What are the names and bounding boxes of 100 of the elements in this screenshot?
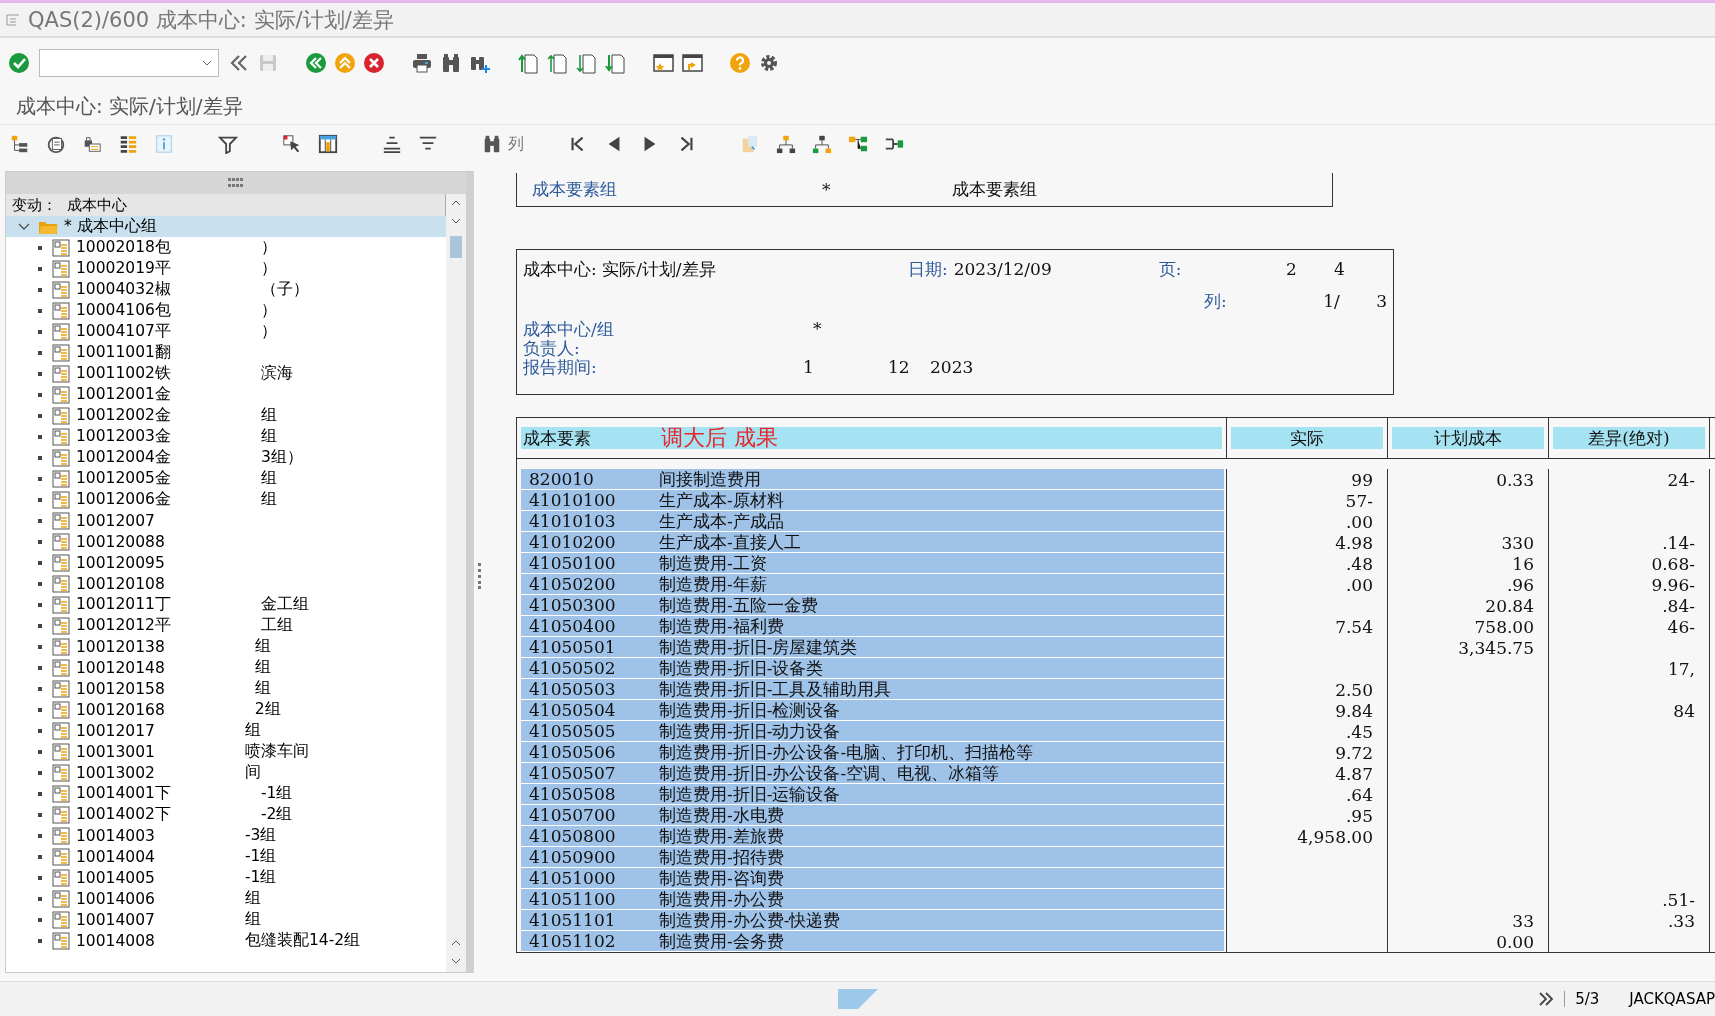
tree-node-label[interactable]: 10012006金 [76,489,171,510]
tree-node-label-end: 2组 [254,699,281,720]
tree-node-label[interactable]: 10002018包 [76,237,171,258]
hierarchy-icon[interactable] [10,134,30,154]
tree-node-label[interactable]: 10011002铁 [76,363,171,384]
tree-node-label[interactable]: 100120158 [76,679,165,698]
splitter-handle[interactable] [478,563,482,589]
tree-node-label[interactable]: 100120138 [76,637,165,656]
tree-node-label-end: 3组） [260,447,303,468]
table-cell-text: 41050100 [528,553,617,573]
tree-node-label[interactable]: 10014007 [76,910,155,929]
scroll-down-icon[interactable] [451,218,461,224]
tree-root-node[interactable]: * 成本中心组 [6,216,446,237]
print-icon[interactable] [411,52,433,74]
report-title: 成本中心: 实际/计划/差异 [523,259,717,279]
tree-node-label[interactable]: 10014005 [76,868,155,887]
hierarchy-up-icon[interactable] [776,134,796,154]
document-icon[interactable] [46,134,66,154]
table-cell-text: 41010100 [528,490,617,510]
cost-center-icon [52,364,70,383]
column-header: 计划成本 [1392,427,1544,449]
cost-center-icon [52,469,70,488]
double-chevron-right-icon[interactable] [1538,992,1555,1006]
cursor-select-icon[interactable] [282,134,302,154]
sort-ascending-icon[interactable] [382,134,402,154]
page-down-arrow-icon[interactable] [604,52,626,74]
tree-node-label[interactable]: 10014008 [76,931,155,950]
tree-node-label[interactable]: 10012003金 [76,426,171,447]
tree-node-label[interactable]: 10012007 [76,511,155,530]
tree-node-label[interactable]: 100120088 [76,532,165,551]
table-cell: .84- [1662,595,1695,616]
tree-node-label[interactable]: 10004032椒 [76,279,171,300]
scroll-up-icon[interactable] [451,200,461,206]
command-field[interactable] [39,49,219,77]
tree-node-label[interactable]: 100120148 [76,658,165,677]
table-icon[interactable] [318,134,338,154]
table-cell: 0.00 [1496,931,1534,952]
scroll-down-icon[interactable] [451,958,461,964]
tree-node-label[interactable]: 10013001 [76,742,155,761]
tree-node-label[interactable]: 10012012平 [76,615,171,636]
table-cell: 制造费用-折旧-房屋建筑类 [659,635,858,659]
column-header-label: 成本要素 [523,426,591,450]
tree-node-label-end: 滨海 [260,363,293,384]
table-cell: 制造费用-折旧-检测设备 [659,698,841,722]
cancel-icon[interactable] [363,52,385,74]
vertical-scrollbar[interactable] [446,194,466,972]
tree-node-label[interactable]: 10011001翻 [76,342,171,363]
tree-node-label[interactable]: 10012002金 [76,405,171,426]
table-cell: 生产成本-原材料 [659,488,784,512]
back-icon[interactable] [305,52,327,74]
cost-center-icon [52,658,70,677]
tree-node-label[interactable]: 10004106包 [76,300,171,321]
table-cell: .14- [1662,532,1695,553]
cost-center-icon [52,616,70,635]
settings-icon[interactable] [758,52,780,74]
tree-node-label[interactable]: 100120168 [76,700,165,719]
hierarchy-down-icon[interactable] [812,134,832,154]
tree-node-label[interactable]: 10002019平 [76,258,171,279]
tree-node-label[interactable]: 10014006 [76,889,155,908]
tree-node-label[interactable]: 100120095 [76,553,165,572]
tree-node-label[interactable]: 10014001下 [76,783,171,804]
tree-node-label[interactable]: 100120108 [76,574,165,593]
cost-center-icon [52,931,70,950]
page-down-arrow-icon[interactable] [575,52,597,74]
cost-center-icon [52,406,70,425]
tree-node-label-end: -3组 [244,825,277,846]
tree-node-label[interactable]: 10012017 [76,721,155,740]
tree-node-label-end: 组 [260,468,277,489]
tree-node-label[interactable]: 10014003 [76,826,155,845]
table-cell-text: 41050300 [528,595,617,615]
tree-node-label[interactable]: 10013002 [76,763,155,782]
table-cell-text: 41051000 [528,868,617,888]
tree-node-label[interactable]: 10012005金 [76,468,171,489]
column-button[interactable]: 列 [482,133,524,155]
tree-node-label[interactable]: 10004107平 [76,321,171,342]
dropdown-caret-icon[interactable] [202,60,212,66]
check-icon[interactable] [8,52,30,74]
binoculars-icon[interactable] [440,52,462,74]
screen-title: 成本中心: 实际/计划/差异 [16,92,243,120]
cost-center-icon [52,259,70,278]
tree-node-label[interactable]: 10014002下 [76,804,171,825]
table-cell-text: 41050200 [528,574,617,594]
tree-node-label[interactable]: 10012001金 [76,384,171,405]
grip-handle[interactable] [228,178,244,188]
list-icon[interactable] [118,134,138,154]
table-cell: 84 [1673,700,1695,721]
tree-node-label[interactable]: 10012011丁 [76,594,171,615]
table-cell: 2.50 [1335,679,1373,700]
table-cell: .51- [1662,889,1695,910]
scroll-up-icon[interactable] [451,940,461,946]
table-cell: 9.72 [1335,742,1373,763]
lock-list-icon[interactable] [82,134,102,154]
filter-table-icon[interactable] [218,134,238,154]
tree-node-label[interactable]: 10014004 [76,847,155,866]
page-up-arrow-icon[interactable] [546,52,568,74]
period-to: 12 [888,358,911,377]
scroll-thumb[interactable] [450,236,462,258]
page-up-arrow-icon[interactable] [517,52,539,74]
tree-node-label[interactable]: 10012004金 [76,447,171,468]
table-cell-text: 41050505 [528,721,617,741]
